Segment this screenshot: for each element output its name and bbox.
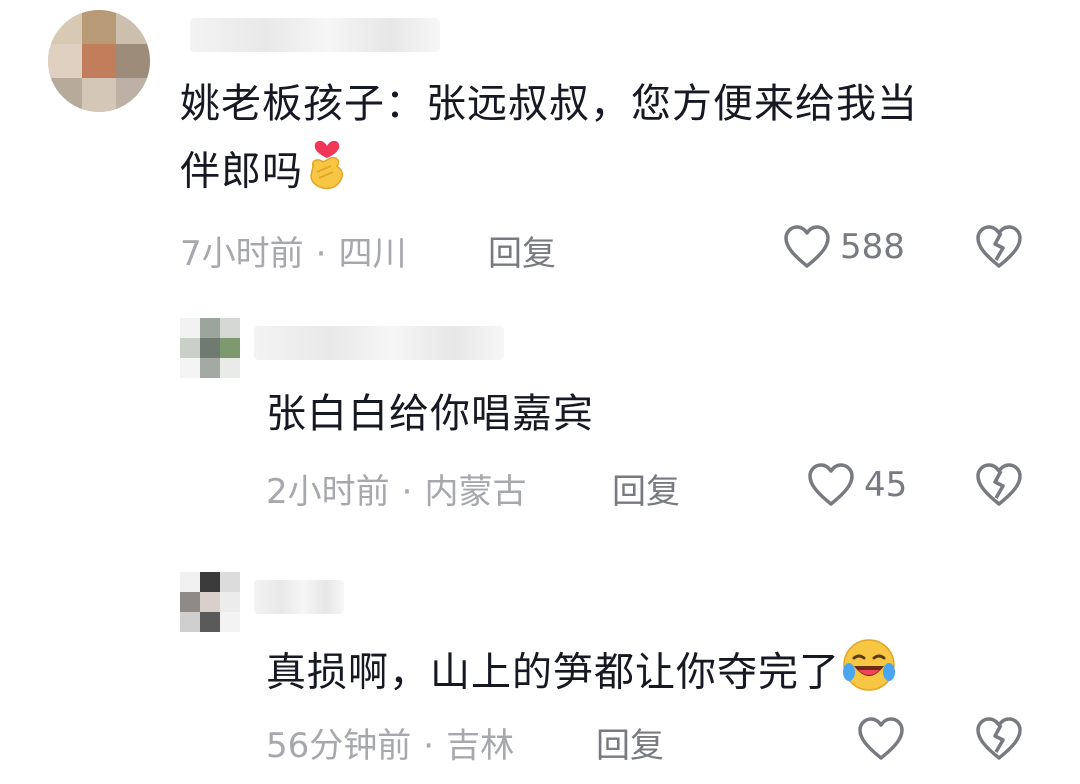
heart-outline-icon xyxy=(806,462,856,508)
meta-separator: · xyxy=(315,234,327,274)
reply-user-avatar[interactable] xyxy=(180,318,240,378)
like-button[interactable] xyxy=(856,716,906,762)
dislike-button[interactable] xyxy=(974,224,1024,274)
meta-separator: · xyxy=(423,726,435,766)
dislike-button[interactable] xyxy=(974,462,1024,512)
reply-username-blurred[interactable] xyxy=(254,580,344,614)
broken-heart-icon xyxy=(974,717,1024,766)
user-avatar[interactable] xyxy=(48,10,150,112)
reply-location: 内蒙古 xyxy=(424,472,527,512)
username-blurred[interactable] xyxy=(190,18,440,52)
heart-outline-icon xyxy=(782,224,832,270)
comment-text-line-2-text: 伴郎吗 xyxy=(180,148,303,195)
laughing-crying-emoji-icon xyxy=(840,636,898,713)
like-count: 588 xyxy=(840,227,905,267)
comment-location: 四川 xyxy=(338,234,407,274)
reply-meta: 56分钟前 · 吉林 xyxy=(266,718,514,767)
reply-button[interactable]: 回复 xyxy=(596,718,664,767)
reply-location: 吉林 xyxy=(446,726,515,766)
reply-time: 2小时前 xyxy=(266,472,390,512)
reply-time: 56分钟前 xyxy=(266,726,412,766)
reply-button[interactable]: 回复 xyxy=(488,226,556,275)
broken-heart-icon xyxy=(974,463,1024,512)
reply-text-content: 真损啊，山上的笋都让你夺完了 xyxy=(266,649,840,696)
reply-meta: 2小时前 · 内蒙古 xyxy=(266,464,526,513)
comment-time: 7小时前 xyxy=(180,234,304,274)
finger-heart-emoji-icon xyxy=(303,136,351,211)
reply-button[interactable]: 回复 xyxy=(612,464,680,513)
reply-text: 真损啊，山上的笋都让你夺完了 xyxy=(266,636,898,713)
comment-text-line-2: 伴郎吗 xyxy=(180,136,1040,211)
reply-user-avatar[interactable] xyxy=(180,572,240,632)
comment-text-line-1: 姚老板孩子：张远叔叔，您方便来给我当 xyxy=(180,81,918,127)
reply-text: 张白白给你唱嘉宾 xyxy=(266,391,594,437)
comment-meta: 7小时前 · 四川 xyxy=(180,226,406,275)
heart-outline-icon xyxy=(856,716,906,762)
dislike-button[interactable] xyxy=(974,716,1024,766)
reply-username-blurred[interactable] xyxy=(254,326,504,360)
comment-text: 姚老板孩子：张远叔叔，您方便来给我当 伴郎吗 xyxy=(180,72,1040,211)
like-button[interactable]: 588 xyxy=(782,224,905,270)
meta-separator: · xyxy=(401,472,413,512)
like-button[interactable]: 45 xyxy=(806,462,907,508)
like-count: 45 xyxy=(864,465,908,505)
broken-heart-icon xyxy=(974,225,1024,274)
